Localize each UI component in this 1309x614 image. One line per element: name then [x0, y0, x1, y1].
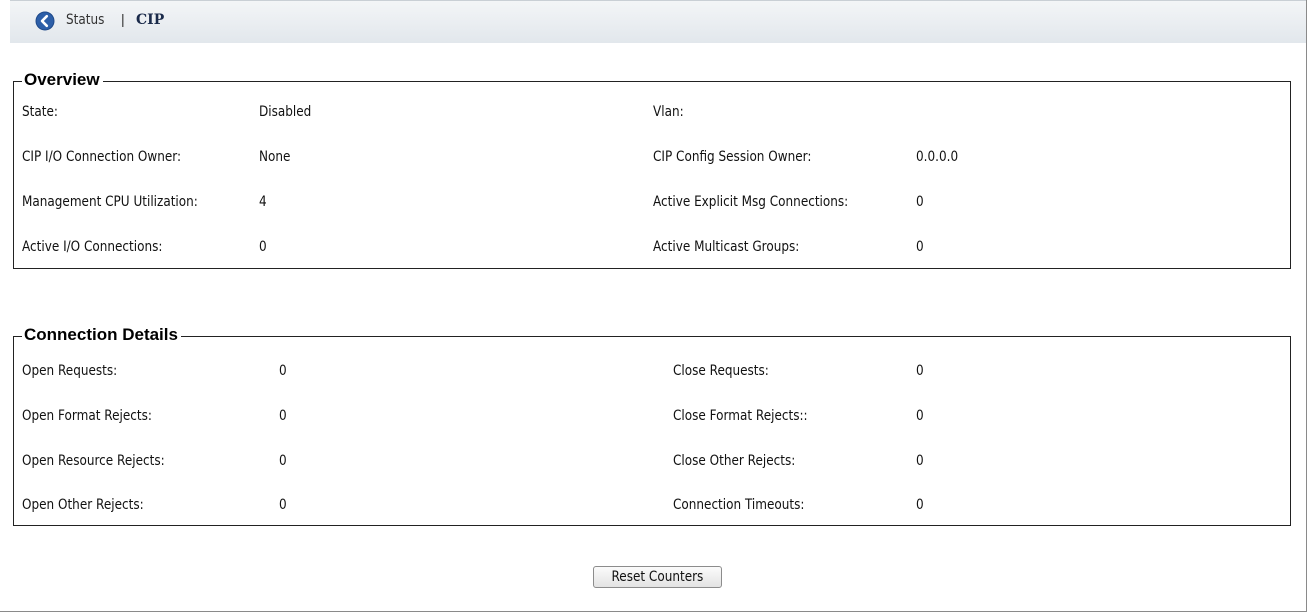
- config-session-owner-label: CIP Config Session Owner:: [653, 149, 812, 165]
- connection-details-panel: Connection Details Open Requests: 0 Clos…: [13, 324, 1291, 526]
- mgmt-cpu-label: Management CPU Utilization:: [22, 194, 198, 210]
- open-other-rejects-value: 0: [279, 497, 287, 513]
- close-format-rejects-value: 0: [916, 408, 924, 424]
- connection-timeouts-label: Connection Timeouts:: [673, 497, 805, 513]
- open-resource-rejects-label: Open Resource Rejects:: [22, 453, 165, 469]
- page-frame: Status | CIP Overview State: Disabled Vl…: [0, 0, 1307, 612]
- mgmt-cpu-value: 4: [259, 194, 267, 210]
- config-session-owner-value: 0.0.0.0: [916, 149, 959, 165]
- breadcrumb-status[interactable]: Status: [66, 12, 104, 28]
- state-value: Disabled: [259, 104, 312, 120]
- connection-timeouts-value: 0: [916, 497, 924, 513]
- open-other-rejects-label: Open Other Rejects:: [22, 497, 144, 513]
- back-arrow-circle-icon[interactable]: [35, 11, 55, 31]
- close-other-rejects-label: Close Other Rejects:: [673, 453, 796, 469]
- explicit-msg-value: 0: [916, 194, 924, 210]
- io-connection-owner-label: CIP I/O Connection Owner:: [22, 149, 182, 165]
- open-format-rejects-value: 0: [279, 408, 287, 424]
- close-format-rejects-label: Close Format Rejects::: [673, 408, 808, 424]
- reset-counters-label: Reset Counters: [611, 569, 704, 585]
- open-requests-label: Open Requests:: [22, 363, 118, 379]
- open-requests-value: 0: [279, 363, 287, 379]
- close-requests-value: 0: [916, 363, 924, 379]
- reset-counters-button[interactable]: Reset Counters: [593, 566, 722, 588]
- overview-panel: Overview State: Disabled Vlan: CIP I/O C…: [13, 69, 1291, 269]
- state-label: State:: [22, 104, 58, 120]
- page-title: CIP: [136, 12, 165, 28]
- multicast-groups-value: 0: [916, 239, 924, 255]
- overview-heading: Overview: [22, 69, 103, 91]
- vlan-label: Vlan:: [653, 104, 684, 120]
- page-header: Status | CIP: [10, 0, 1306, 43]
- close-requests-label: Close Requests:: [673, 363, 769, 379]
- multicast-groups-label: Active Multicast Groups:: [653, 239, 800, 255]
- io-connection-owner-value: None: [259, 149, 291, 165]
- open-resource-rejects-value: 0: [279, 453, 287, 469]
- connection-details-heading: Connection Details: [22, 324, 181, 346]
- io-connections-label: Active I/O Connections:: [22, 239, 163, 255]
- close-other-rejects-value: 0: [916, 453, 924, 469]
- io-connections-value: 0: [259, 239, 267, 255]
- explicit-msg-label: Active Explicit Msg Connections:: [653, 194, 849, 210]
- breadcrumb-separator: |: [121, 11, 125, 27]
- open-format-rejects-label: Open Format Rejects:: [22, 408, 152, 424]
